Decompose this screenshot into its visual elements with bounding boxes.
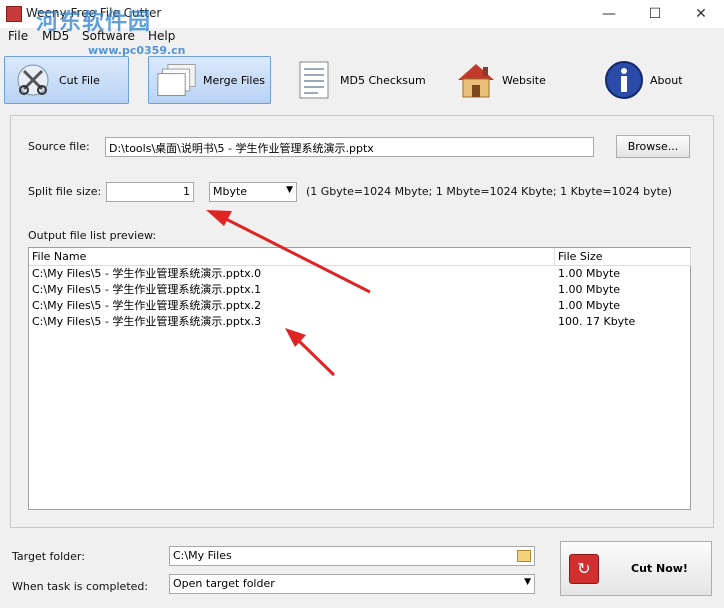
cut-file-button[interactable]: Cut File <box>4 56 129 104</box>
split-size-label: Split file size: <box>28 185 102 198</box>
column-header-file-name[interactable]: File Name <box>29 248 555 266</box>
file-name-cell: C:\My Files\5 - 学生作业管理系统演示.pptx.1 <box>32 283 262 296</box>
folder-icon[interactable] <box>517 550 531 562</box>
menu-software[interactable]: Software <box>82 29 135 43</box>
file-size-cell: 100. 17 Kbyte <box>558 315 636 328</box>
split-size-input[interactable]: 1 <box>106 182 194 202</box>
menu-md5[interactable]: MD5 <box>42 29 69 43</box>
completion-select[interactable]: Open target folder ▼ <box>169 574 535 594</box>
scissors-icon <box>13 60 53 100</box>
file-name-cell: C:\My Files\5 - 学生作业管理系统演示.pptx.3 <box>32 315 262 328</box>
toolbar: Cut File Merge Files MD5 Checksum Websit… <box>0 50 724 110</box>
chevron-down-icon: ▼ <box>524 577 531 587</box>
column-header-file-size[interactable]: File Size <box>555 248 691 266</box>
website-label: Website <box>502 73 546 87</box>
split-unit-value: Mbyte <box>213 185 248 198</box>
info-icon <box>604 60 644 100</box>
merge-files-button[interactable]: Merge Files <box>148 56 271 104</box>
chevron-down-icon: ▼ <box>286 185 293 195</box>
target-folder-label: Target folder: <box>12 550 85 563</box>
file-size-cell: 1.00 Mbyte <box>558 299 621 312</box>
menu-file[interactable]: File <box>8 29 28 43</box>
close-button[interactable]: ✕ <box>678 0 724 28</box>
list-item[interactable]: C:\My Files\5 - 学生作业管理系统演示.pptx.1 1.00 M… <box>29 282 690 298</box>
house-icon <box>456 60 496 100</box>
output-file-list[interactable]: File Name File Size C:\My Files\5 - 学生作业… <box>28 247 691 510</box>
documents-icon <box>157 60 197 100</box>
checksum-document-icon <box>294 60 334 100</box>
merge-files-label: Merge Files <box>203 73 265 87</box>
list-item[interactable]: C:\My Files\5 - 学生作业管理系统演示.pptx.0 1.00 M… <box>29 266 690 282</box>
file-size-cell: 1.00 Mbyte <box>558 283 621 296</box>
unit-note: (1 Gbyte=1024 Mbyte; 1 Mbyte=1024 Kbyte;… <box>306 185 672 198</box>
browse-button[interactable]: Browse... <box>616 135 690 158</box>
cut-now-icon: ↻ <box>569 553 599 584</box>
cut-now-label: Cut Now! <box>631 562 688 575</box>
source-file-input[interactable]: D:\tools\桌面\说明书\5 - 学生作业管理系统演示.pptx <box>105 137 594 157</box>
target-folder-input[interactable]: C:\My Files <box>169 546 535 566</box>
split-unit-select[interactable]: Mbyte ▼ <box>209 182 297 202</box>
about-button[interactable]: About <box>596 56 706 104</box>
list-item[interactable]: C:\My Files\5 - 学生作业管理系统演示.pptx.3 100. 1… <box>29 314 690 330</box>
cut-now-button[interactable]: ↻ Cut Now! <box>560 541 712 596</box>
about-label: About <box>650 73 683 87</box>
target-folder-value: C:\My Files <box>173 549 232 562</box>
file-name-cell: C:\My Files\5 - 学生作业管理系统演示.pptx.2 <box>32 299 262 312</box>
md5-checksum-button[interactable]: MD5 Checksum <box>286 56 436 104</box>
website-button[interactable]: Website <box>448 56 568 104</box>
list-item[interactable]: C:\My Files\5 - 学生作业管理系统演示.pptx.2 1.00 M… <box>29 298 690 314</box>
file-name-cell: C:\My Files\5 - 学生作业管理系统演示.pptx.0 <box>32 267 262 280</box>
cut-file-label: Cut File <box>59 73 100 87</box>
menu-help[interactable]: Help <box>148 29 175 43</box>
file-size-cell: 1.00 Mbyte <box>558 267 621 280</box>
maximize-button[interactable]: ☐ <box>632 0 678 28</box>
preview-label: Output file list preview: <box>28 229 157 242</box>
completion-label: When task is completed: <box>12 580 149 593</box>
md5-checksum-label: MD5 Checksum <box>340 73 426 87</box>
minimize-button[interactable]: — <box>586 0 632 28</box>
source-file-label: Source file: <box>28 140 90 153</box>
completion-value: Open target folder <box>173 577 275 590</box>
app-icon <box>6 6 22 22</box>
